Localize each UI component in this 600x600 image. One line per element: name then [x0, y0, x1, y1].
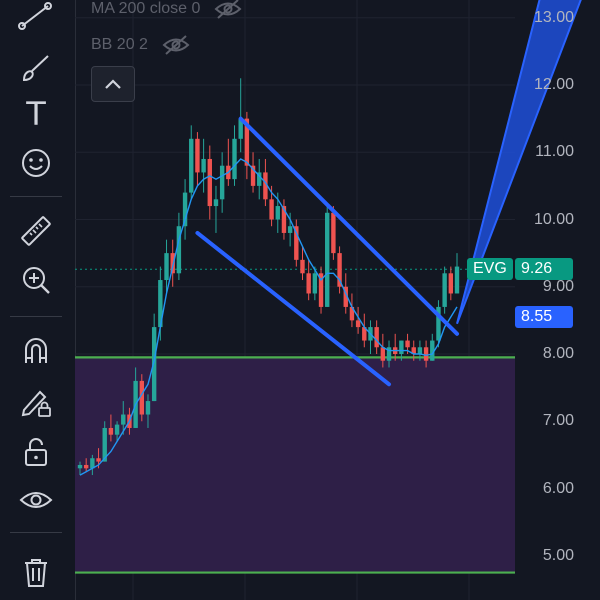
candle-body	[442, 273, 447, 307]
text-tool-button[interactable]: T	[14, 92, 58, 136]
bb-legend: BB 20 2	[91, 34, 190, 56]
candle-body	[96, 458, 101, 462]
emoji-tool-button[interactable]	[14, 141, 58, 185]
candle-body	[121, 414, 126, 425]
candle-body	[448, 273, 454, 294]
price-axis-label: 8.00	[542, 345, 574, 362]
candle-body	[219, 165, 225, 200]
ruler-icon	[21, 216, 51, 246]
candle-body	[145, 401, 151, 415]
candle-body	[232, 138, 237, 180]
unlock-icon	[25, 438, 47, 466]
pencil-lock-icon	[21, 390, 51, 417]
candle-body	[77, 464, 83, 469]
zoom-in-icon	[23, 267, 50, 294]
candle-body	[164, 253, 169, 281]
toolbar-separator	[10, 316, 62, 317]
candle-body	[417, 347, 423, 354]
trading-app: T MA 200 close 0 BB 20 2 13.00 12.00 11.…	[0, 0, 600, 600]
measure-tool-button[interactable]	[14, 209, 58, 253]
bb-legend-label: BB 20 2	[91, 36, 148, 53]
crosshair-price-tag: 8.55	[515, 306, 573, 328]
collapse-legend-button[interactable]	[91, 66, 135, 102]
candle-body	[83, 464, 89, 469]
candle-body	[405, 340, 410, 348]
drawing-toolbar: T	[0, 0, 76, 600]
unlock-tool-button[interactable]	[14, 430, 58, 474]
candle-body	[201, 158, 206, 173]
candle-body	[287, 226, 293, 233]
candle-body	[213, 199, 219, 207]
price-axis-label: 5.00	[542, 546, 574, 564]
trend-line-icon	[18, 2, 52, 30]
candle-body	[374, 327, 379, 348]
candle-body	[195, 138, 200, 173]
eye-off-icon[interactable]	[162, 34, 190, 56]
visibility-tool-button[interactable]	[14, 478, 58, 522]
candle-body	[269, 199, 274, 220]
chart-canvas[interactable]	[75, 0, 600, 600]
candle-body	[312, 273, 318, 294]
price-axis-label: 6.00	[542, 479, 574, 497]
candle-body	[275, 206, 280, 220]
price-axis-label: 12.00	[533, 76, 574, 93]
candle-body	[207, 158, 212, 207]
chevron-up-icon	[105, 79, 121, 89]
price-axis-label: 11.00	[535, 143, 574, 161]
lock-drawing-tool-button[interactable]	[14, 380, 58, 424]
price-axis-label: 9.00	[542, 277, 574, 295]
ma-legend: MA 200 close 0	[91, 0, 242, 20]
toolbar-separator	[10, 532, 62, 533]
zoom-in-tool-button[interactable]	[14, 258, 58, 302]
candle-body	[114, 424, 120, 435]
eye-off-icon[interactable]	[214, 0, 242, 20]
magnet-icon	[25, 338, 47, 363]
eye-icon	[19, 492, 53, 508]
candle-body	[380, 347, 386, 361]
magnet-tool-button[interactable]	[14, 329, 58, 373]
trash-icon	[25, 559, 47, 587]
candle-body	[454, 266, 460, 294]
price-chart[interactable]: MA 200 close 0 BB 20 2 13.00 12.00 11.00 10…	[75, 0, 600, 600]
price-axis-label: 13.00	[533, 8, 574, 26]
brush-tool-button[interactable]	[14, 46, 58, 90]
symbol-price-tag: 9.26	[515, 258, 573, 280]
price-axis-label: 7.00	[542, 412, 574, 430]
candle-body	[331, 212, 336, 254]
brush-icon	[22, 55, 49, 82]
candle-body	[306, 273, 311, 294]
candle-body	[108, 427, 114, 435]
candle-body	[325, 212, 330, 307]
trend-line-tool-button[interactable]	[14, 0, 58, 38]
candle-body	[399, 340, 404, 354]
toolbar-separator	[10, 196, 62, 197]
trash-tool-button[interactable]	[14, 550, 58, 594]
candle-body	[189, 138, 194, 193]
ma-legend-label: MA 200 close 0	[91, 0, 201, 17]
candle-body	[300, 259, 305, 274]
candle-body	[355, 320, 361, 328]
candle-body	[423, 347, 429, 361]
smiley-icon	[22, 149, 50, 177]
text-icon: T	[26, 95, 46, 133]
price-axis-label: 10.00	[533, 210, 574, 228]
symbol-name-tag: EVG	[467, 258, 513, 280]
